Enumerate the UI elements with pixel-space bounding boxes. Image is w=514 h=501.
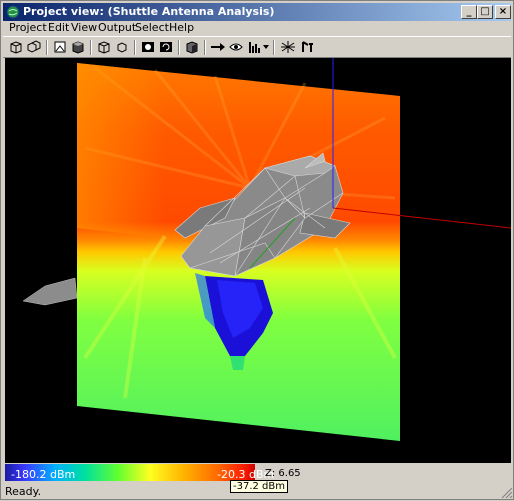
arrow-right-icon [211, 43, 225, 51]
toolbar-separator [134, 40, 136, 55]
maximize-button[interactable]: □ [477, 5, 493, 19]
toolbar-separator [178, 40, 180, 55]
menu-bar: Project Edit View Output Select Help [3, 21, 511, 35]
box-view-button[interactable] [7, 39, 25, 55]
cube-button[interactable] [183, 39, 201, 55]
left-geometry [22, 277, 78, 306]
receiver-button[interactable] [299, 39, 317, 55]
status-text: Ready. [5, 485, 42, 498]
box-view-icon [10, 41, 22, 54]
arrow-right-button[interactable] [209, 39, 227, 55]
rotate-render-icon [160, 42, 172, 52]
value-tooltip: -37.2 dBm [230, 480, 289, 493]
transparent-box-button[interactable] [113, 39, 131, 55]
resize-grip-icon[interactable] [501, 487, 513, 499]
menu-edit[interactable]: Edit [48, 21, 69, 34]
cube-icon [186, 41, 198, 54]
multi-box-view-icon [27, 40, 41, 53]
menu-select[interactable]: Select [135, 21, 169, 34]
receiver-icon [302, 41, 313, 52]
close-button[interactable]: × [495, 5, 511, 19]
render-icon [142, 42, 154, 52]
menu-help[interactable]: Help [169, 21, 194, 34]
rotate-render-button[interactable] [157, 39, 175, 55]
toolbar-separator [204, 40, 206, 55]
status-bar: -180.2 dBm -20.3 dBm Z: 6.65 -37.2 dBm R… [1, 463, 514, 501]
title-bar[interactable]: Project view: (Shuttle Antenna Analysis)… [3, 3, 511, 21]
menu-project[interactable]: Project [9, 21, 47, 34]
toolbar-separator [273, 40, 275, 55]
minimize-button[interactable]: _ [461, 5, 477, 19]
solid-box-icon [72, 41, 84, 54]
antenna-array-icon [249, 42, 269, 53]
wire-box-icon [98, 41, 110, 54]
toolbar-separator [46, 40, 48, 55]
3d-viewport[interactable] [5, 58, 511, 463]
z-readout: Z: 6.65 [265, 468, 301, 479]
solid-box-button[interactable] [69, 39, 87, 55]
menu-output[interactable]: Output [98, 21, 136, 34]
application-window: Project view: (Shuttle Antenna Analysis)… [0, 0, 514, 500]
eye-button[interactable] [227, 39, 245, 55]
eye-icon [229, 43, 243, 51]
toolbar [3, 36, 511, 58]
wire-box-button[interactable] [95, 39, 113, 55]
scene-render [22, 58, 511, 441]
legend-min-label: -180.2 dBm [11, 468, 76, 481]
app-globe-icon [6, 5, 20, 19]
transparent-box-icon [117, 42, 127, 53]
multi-box-view-button[interactable] [25, 39, 43, 55]
toolbar-separator [90, 40, 92, 55]
radiate-button[interactable] [279, 39, 297, 55]
render-button[interactable] [139, 39, 157, 55]
radiate-icon [281, 41, 295, 53]
menu-view[interactable]: View [71, 21, 97, 34]
picture-icon [54, 41, 66, 53]
color-legend-bar: -180.2 dBm -20.3 dBm [5, 464, 274, 481]
picture-button[interactable] [51, 39, 69, 55]
window-title: Project view: (Shuttle Antenna Analysis) [23, 5, 275, 18]
antenna-array-button[interactable] [247, 39, 269, 55]
